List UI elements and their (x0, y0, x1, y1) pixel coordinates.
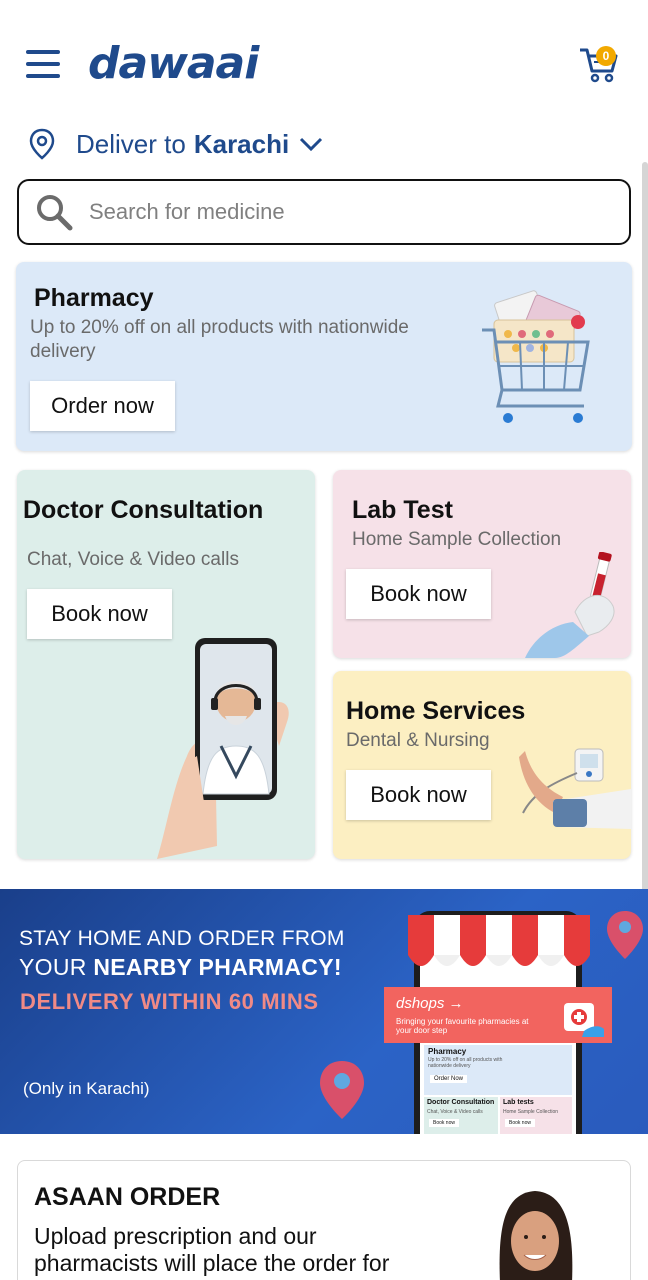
asaan-title: ASAAN ORDER (34, 1183, 221, 1211)
home-title: Home Services (346, 697, 526, 725)
banner-note: (Only in Karachi) (23, 1079, 150, 1098)
home-services-card[interactable]: Home Services Dental & Nursing Book now (333, 671, 631, 859)
phone-doctor-title: Doctor Consultation (427, 1099, 495, 1106)
lab-test-tube-illustration (525, 552, 615, 658)
banner-delivery-text: DELIVERY WITHIN 60 MINS (20, 989, 319, 1014)
home-book-button[interactable]: Book now (346, 770, 491, 820)
asaan-order-card[interactable]: ASAAN ORDER Upload prescription and our … (17, 1160, 631, 1280)
phone-pharmacy-tile: Pharmacy Up to 20% off on all products w… (424, 1045, 572, 1095)
home-subtitle: Dental & Nursing (346, 730, 490, 751)
scrollbar[interactable] (642, 162, 648, 948)
lab-test-card[interactable]: Lab Test Home Sample Collection Book now (333, 470, 631, 658)
app-header: dawaai 0 (0, 0, 648, 120)
dawaai-logo[interactable]: dawaai (88, 38, 259, 89)
nearby-pharmacy-banner[interactable]: STAY HOME AND ORDER FROM YOUR NEARBY PHA… (0, 889, 648, 1134)
phone-lab-title: Lab tests (503, 1099, 534, 1106)
banner-pin-icon (320, 1061, 364, 1119)
cart-count-badge: 0 (596, 46, 616, 66)
pharmacist-photo (499, 1191, 573, 1280)
location-pin-icon (29, 128, 55, 160)
lab-subtitle: Home Sample Collection (352, 529, 562, 550)
banner-line-2-bold: NEARBY PHARMACY! (93, 954, 342, 980)
cart-button[interactable]: 0 (578, 44, 620, 84)
phone-lab-sub: Home Sample Collection (503, 1109, 559, 1115)
pharmacy-card[interactable]: Pharmacy Up to 20% off on all products w… (16, 262, 632, 451)
phone-lab-book: Book now (505, 1119, 535, 1127)
dshops-title: dshops → (396, 995, 464, 1012)
asaan-text: Upload prescription and our pharmacists … (34, 1223, 390, 1276)
doctor-video-call-illustration (157, 638, 289, 859)
lab-title: Lab Test (352, 496, 453, 524)
phone-doctor-tile: Doctor Consultation Chat, Voice & Video … (424, 1097, 498, 1134)
lab-book-button[interactable]: Book now (346, 569, 491, 619)
banner-line-2: YOUR NEARBY PHARMACY! (19, 954, 342, 981)
blood-pressure-illustration (519, 748, 631, 829)
deliver-city: Karachi (193, 128, 290, 159)
banner-line-1: STAY HOME AND ORDER FROM (19, 927, 345, 950)
phone-doctor-sub: Chat, Voice & Video calls (427, 1109, 483, 1115)
search-icon (37, 195, 73, 231)
phone-doctor-book: Book now (429, 1119, 459, 1127)
banner-line-2-prefix: YOUR (19, 954, 87, 980)
search-input[interactable] (89, 199, 569, 225)
pharmacy-order-button[interactable]: Order now (30, 381, 175, 431)
dshops-subtitle: Bringing your favourite pharmacies at yo… (396, 1017, 529, 1035)
phone-order-now: Order Now (430, 1075, 468, 1083)
phone-pharmacy-sub: Up to 20% off on all products with natio… (428, 1057, 503, 1069)
deliver-location-selector[interactable]: Deliver to Karachi (28, 124, 323, 164)
pharmacy-subtitle: Up to 20% off on all products with natio… (30, 317, 409, 362)
pharmacy-title: Pharmacy (34, 284, 154, 312)
chevron-down-icon (300, 137, 323, 152)
doctor-book-button[interactable]: Book now (27, 589, 172, 639)
phone-pharmacy-title: Pharmacy (428, 1047, 467, 1056)
doctor-subtitle: Chat, Voice & Video calls (27, 549, 239, 570)
deliver-label: Deliver to (76, 128, 186, 159)
dshops-card[interactable]: dshops → Bringing your favourite pharmac… (384, 987, 612, 1043)
doctor-title: Doctor Consultation (23, 496, 264, 524)
phone-lab-tile: Lab tests Home Sample Collection Book no… (500, 1097, 572, 1134)
menu-icon[interactable] (26, 50, 60, 78)
doctor-consultation-card[interactable]: Doctor Consultation Chat, Voice & Video … (17, 470, 315, 859)
shop-awning-graphic (408, 915, 590, 966)
search-bar[interactable] (17, 179, 631, 245)
banner-pin-icon-small (607, 911, 643, 959)
pharmacy-cart-illustration (482, 290, 590, 423)
first-aid-icon (564, 1003, 604, 1037)
